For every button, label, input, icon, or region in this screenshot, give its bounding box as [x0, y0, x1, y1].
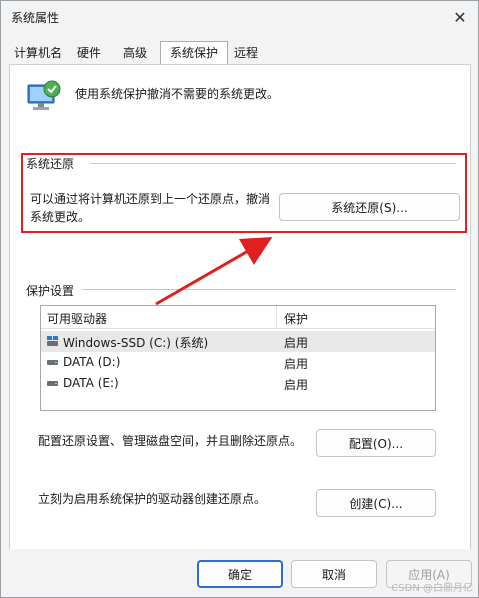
drives-list-header: 可用驱动器 保护: [41, 306, 435, 329]
tab-computer-name[interactable]: 计算机名: [9, 43, 67, 63]
title-bar: 系统属性 ✕: [1, 1, 478, 33]
windows-drive-icon: [47, 336, 58, 346]
protection-section-title: 保护设置: [26, 282, 79, 299]
drive-name: DATA (E:): [63, 376, 119, 390]
close-icon: ✕: [453, 7, 467, 27]
cancel-button[interactable]: 取消: [291, 560, 377, 588]
drive-icon: [47, 381, 58, 386]
ok-button[interactable]: 确定: [197, 560, 283, 588]
column-header-protection[interactable]: 保护: [284, 310, 308, 327]
create-button[interactable]: 创建(C)...: [316, 489, 436, 517]
create-description: 立刻为启用系统保护的驱动器创建还原点。: [38, 492, 267, 506]
configure-button[interactable]: 配置(O)...: [316, 429, 436, 457]
system-protection-icon: [27, 80, 61, 110]
watermark: CSDN @白鼎月亿: [391, 583, 473, 594]
system-properties-window: 系统属性 ✕ 计算机名 硬件 高级 系统保护 远程 使用系统保护撤消不需要的系统…: [0, 0, 479, 598]
tab-system-protection[interactable]: 系统保护: [160, 41, 228, 64]
tab-remote[interactable]: 远程: [229, 43, 263, 63]
drive-status: 启用: [284, 357, 309, 371]
drive-name: Windows-SSD (C:) (系统): [63, 336, 209, 350]
drive-row[interactable]: Windows-SSD (C:) (系统) 启用: [41, 331, 435, 352]
drive-row[interactable]: DATA (D:) 启用: [41, 352, 435, 373]
system-restore-button[interactable]: 系统还原(S)...: [279, 193, 460, 221]
drives-list[interactable]: 可用驱动器 保护 Windows-SSD (C:) (系统) 启用 DATA (…: [40, 305, 436, 411]
protection-section-divider: [82, 289, 456, 290]
intro-text: 使用系统保护撤消不需要的系统更改。: [75, 87, 280, 101]
tab-hardware[interactable]: 硬件: [69, 43, 109, 63]
window-title: 系统属性: [11, 11, 60, 25]
drive-status: 启用: [284, 378, 309, 392]
tab-advanced[interactable]: 高级: [115, 43, 155, 63]
drive-icon: [47, 360, 58, 365]
restore-description: 可以通过将计算机还原到上一个还原点，撤消系统更改。: [30, 192, 271, 224]
drive-name: DATA (D:): [63, 355, 121, 369]
column-separator[interactable]: [276, 306, 277, 328]
close-button[interactable]: ✕: [442, 1, 478, 33]
configure-description: 配置还原设置、管理磁盘空间，并且删除还原点。: [38, 434, 303, 448]
drive-row[interactable]: DATA (E:) 启用: [41, 373, 435, 394]
column-header-drives[interactable]: 可用驱动器: [47, 310, 107, 327]
drive-status: 启用: [284, 336, 309, 350]
system-protection-panel: 使用系统保护撤消不需要的系统更改。 系统还原 可以通过将计算机还原到上一个还原点…: [9, 64, 471, 550]
